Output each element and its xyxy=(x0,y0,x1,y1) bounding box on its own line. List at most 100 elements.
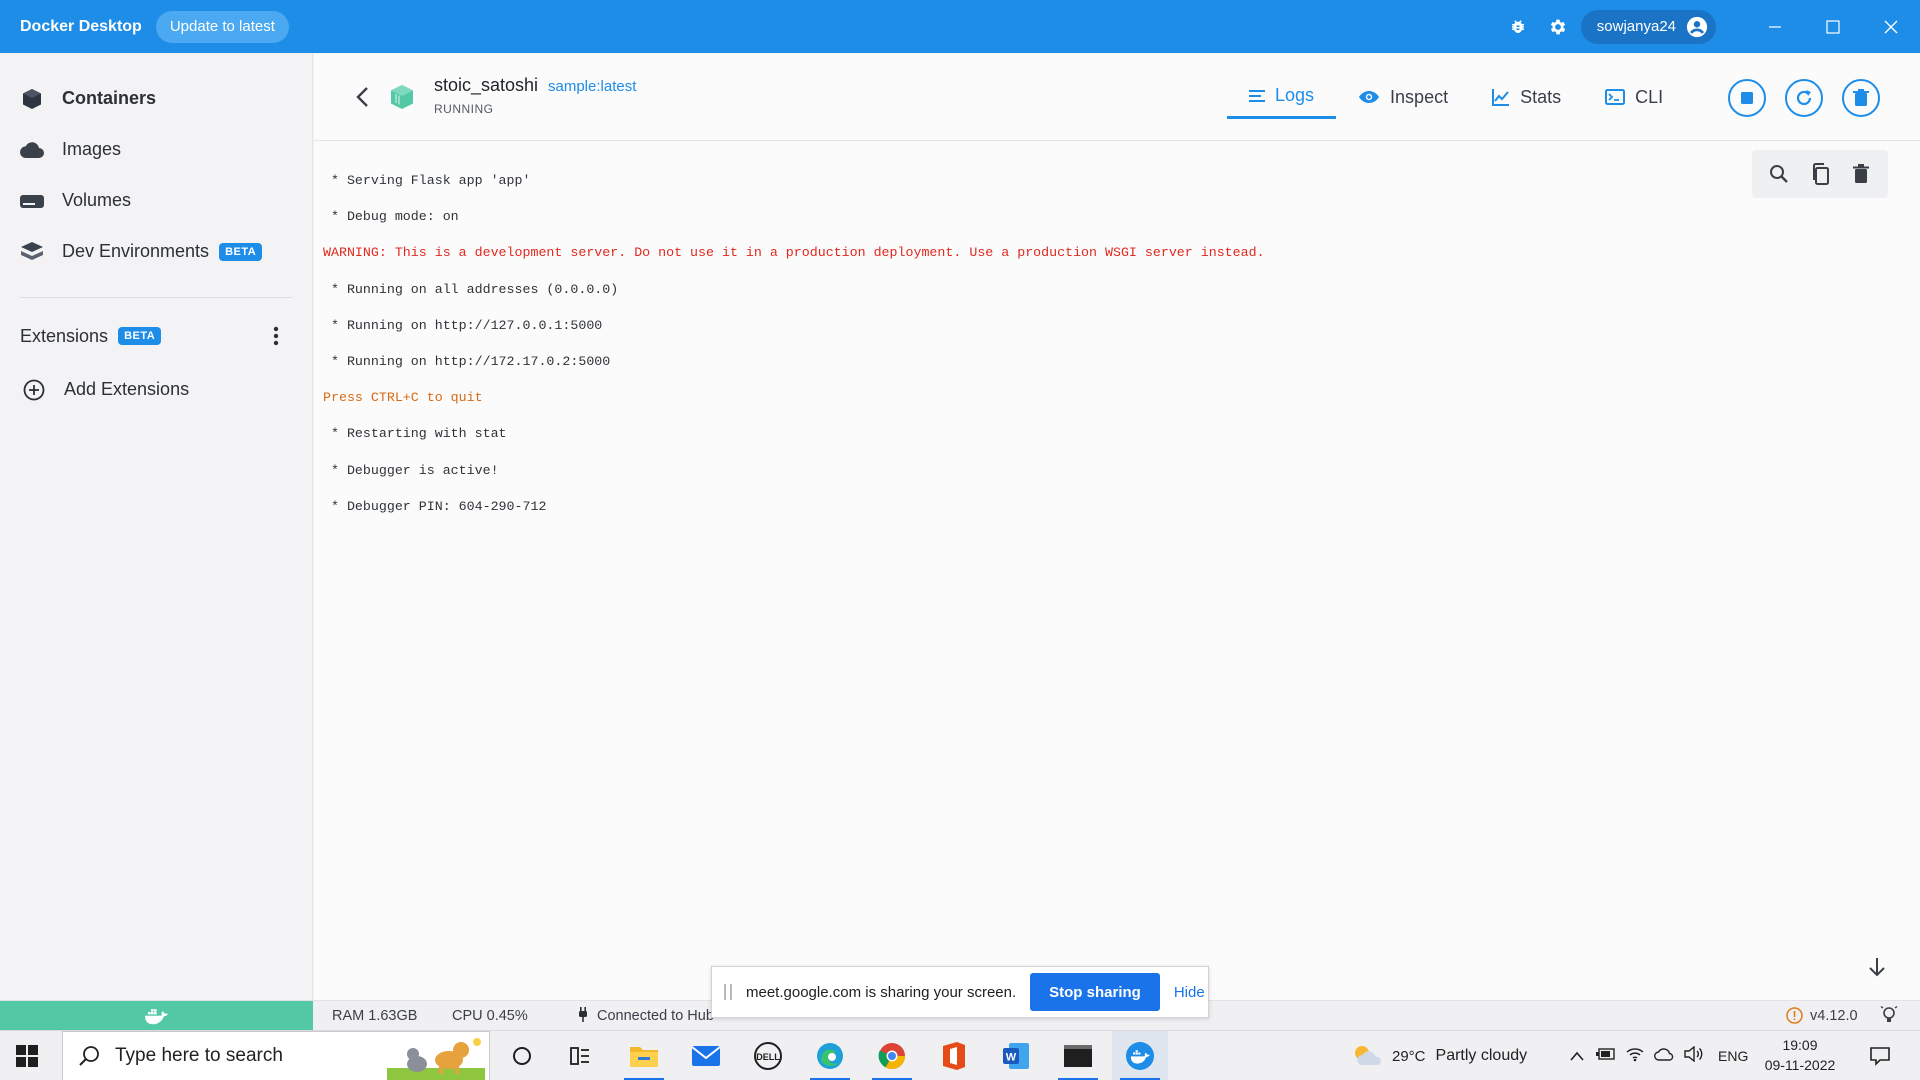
arrow-down-icon[interactable] xyxy=(1864,954,1890,980)
battery-icon[interactable] xyxy=(1596,1047,1616,1065)
user-menu[interactable]: sowjanya24 xyxy=(1580,9,1716,44)
tab-logs[interactable]: Logs xyxy=(1227,75,1337,119)
bug-icon[interactable] xyxy=(1501,10,1535,44)
log-line: * Running on http://172.17.0.2:5000 xyxy=(323,354,611,370)
image-link[interactable]: sample:latest xyxy=(548,78,636,95)
status-badge: RUNNING xyxy=(434,102,494,116)
app-title: Docker Desktop xyxy=(20,17,142,35)
search-placeholder: Type here to search xyxy=(115,1045,283,1066)
version-label: v4.12.0 xyxy=(1810,1008,1858,1024)
sidebar-item-volumes[interactable]: Volumes xyxy=(0,175,312,226)
onedrive-cloud-icon[interactable] xyxy=(1654,1047,1674,1065)
widgets-icon[interactable] xyxy=(552,1031,608,1080)
log-line: * Serving Flask app 'app' xyxy=(323,173,531,189)
dev-env-icon xyxy=(18,238,46,266)
clock[interactable]: 19:09 09-11-2022 xyxy=(1760,1035,1840,1075)
sidebar-item-label: Dev Environments xyxy=(62,241,210,261)
more-vert-icon[interactable] xyxy=(266,324,286,348)
screen-share-notification: meet.google.com is sharing your screen. … xyxy=(711,966,1209,1018)
drag-handle[interactable] xyxy=(724,984,732,1000)
docker-whale-icon[interactable] xyxy=(0,1001,313,1031)
plug-icon xyxy=(577,1007,589,1027)
chrome-icon[interactable] xyxy=(864,1031,920,1080)
tab-cli[interactable]: CLI xyxy=(1583,75,1685,119)
sidebar-item-dev-environments[interactable]: Dev Environments BETA xyxy=(0,226,312,277)
task-view-icon[interactable] xyxy=(494,1031,550,1080)
svg-text:W: W xyxy=(1006,1052,1017,1064)
ram-usage: RAM 1.63GB xyxy=(332,1008,418,1024)
add-extensions-label: Add Extensions xyxy=(64,379,190,399)
partly-cloudy-icon xyxy=(1355,1046,1381,1065)
copy-icon[interactable] xyxy=(1805,159,1835,189)
volume-icon[interactable] xyxy=(1684,1045,1704,1066)
minimize-icon[interactable] xyxy=(1746,0,1804,53)
add-extensions-button[interactable]: Add Extensions xyxy=(0,364,312,415)
mail-icon[interactable] xyxy=(678,1031,734,1080)
dell-icon[interactable]: DELL xyxy=(740,1031,796,1080)
file-explorer-icon[interactable] xyxy=(616,1031,672,1080)
maximize-icon[interactable] xyxy=(1804,0,1862,53)
close-icon[interactable] xyxy=(1862,0,1920,53)
terminal-icon xyxy=(1605,89,1626,105)
tab-label: Logs xyxy=(1275,85,1315,105)
stop-button[interactable] xyxy=(1728,79,1766,117)
back-arrow-icon[interactable] xyxy=(350,83,374,111)
weather-widget[interactable]: 29°C Partly cloudy xyxy=(1350,1031,1527,1080)
log-line-warning: WARNING: This is a development server. D… xyxy=(323,245,1265,261)
account-icon xyxy=(1684,14,1710,40)
chevron-up-icon[interactable] xyxy=(1570,1048,1584,1065)
log-line: * Debugger PIN: 604-290-712 xyxy=(323,498,547,514)
tab-label: Inspect xyxy=(1390,86,1449,107)
tab-stats[interactable]: Stats xyxy=(1470,75,1583,119)
volume-icon xyxy=(18,187,46,215)
eye-icon xyxy=(1358,90,1380,104)
sidebar-item-images[interactable]: Images xyxy=(0,124,312,175)
office-icon[interactable] xyxy=(926,1031,982,1080)
clock-time: 19:09 xyxy=(1782,1037,1818,1053)
edge-icon[interactable] xyxy=(802,1031,858,1080)
word-icon[interactable]: W xyxy=(988,1031,1044,1080)
extensions-label: Extensions xyxy=(20,325,109,346)
container-icon xyxy=(391,85,413,109)
log-viewer[interactable]: * Serving Flask app 'app' * Debug mode: … xyxy=(314,142,1920,1000)
chart-icon xyxy=(1492,88,1510,106)
add-circle-icon xyxy=(20,376,48,404)
terminal-app-icon[interactable] xyxy=(1050,1031,1106,1080)
search-icon[interactable] xyxy=(1764,159,1794,189)
info-icon[interactable] xyxy=(1786,1007,1803,1028)
tips-bulb-icon[interactable] xyxy=(1880,1005,1898,1028)
log-line: * Debug mode: on xyxy=(323,209,459,225)
taskbar-search[interactable]: Type here to search xyxy=(62,1031,490,1080)
containers-icon xyxy=(18,85,46,113)
wifi-icon[interactable] xyxy=(1626,1046,1644,1066)
sidebar: Containers Images Volumes Dev Environmen… xyxy=(0,53,313,1000)
hide-button[interactable]: Hide xyxy=(1174,984,1205,1001)
gear-icon[interactable] xyxy=(1541,10,1575,44)
tab-label: Stats xyxy=(1520,86,1562,107)
log-line-quit: Press CTRL+C to quit xyxy=(323,390,483,406)
tab-bar: Logs Inspect Stats CLI xyxy=(1227,75,1685,119)
language-indicator[interactable]: ENG xyxy=(1718,1048,1748,1064)
sidebar-divider xyxy=(20,297,292,298)
sidebar-item-containers[interactable]: Containers xyxy=(0,73,312,124)
log-toolbar xyxy=(1752,150,1888,198)
docker-taskbar-icon[interactable] xyxy=(1112,1031,1168,1080)
container-name: stoic_satoshi xyxy=(434,75,539,95)
stop-sharing-button[interactable]: Stop sharing xyxy=(1030,973,1160,1011)
cloud-icon xyxy=(18,136,46,164)
tab-inspect[interactable]: Inspect xyxy=(1336,75,1470,119)
delete-button[interactable] xyxy=(1842,79,1880,117)
extensions-header: Extensions BETA xyxy=(0,316,312,356)
notification-icon[interactable] xyxy=(1852,1031,1908,1080)
stop-icon xyxy=(1741,92,1753,104)
sidebar-item-label: Images xyxy=(62,139,122,159)
windows-start-icon[interactable] xyxy=(12,1041,42,1071)
update-button[interactable]: Update to latest xyxy=(155,10,289,43)
beta-badge: BETA xyxy=(118,327,162,345)
restart-button[interactable] xyxy=(1785,79,1823,117)
log-output: * Serving Flask app 'app' * Debug mode: … xyxy=(323,154,1265,552)
sidebar-item-label: Containers xyxy=(62,88,157,108)
weather-temp: 29°C xyxy=(1392,1047,1426,1065)
log-line: * Restarting with stat xyxy=(323,426,507,442)
trash-icon[interactable] xyxy=(1846,159,1876,189)
